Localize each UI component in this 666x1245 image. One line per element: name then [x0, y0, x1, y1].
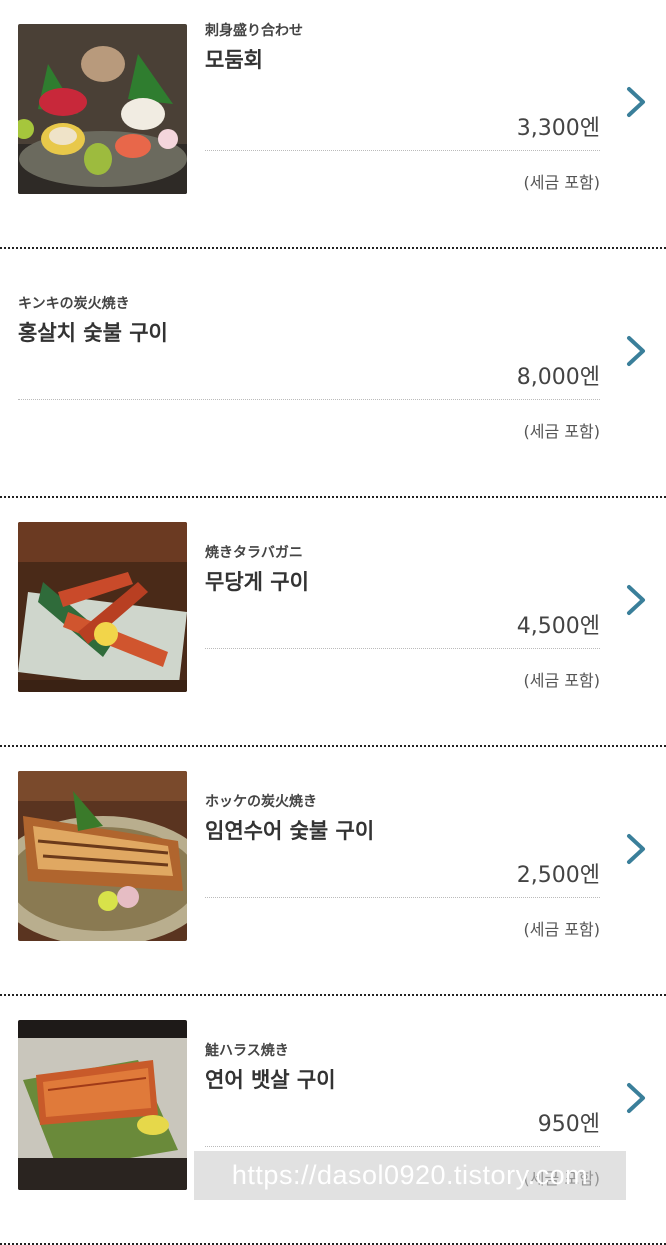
chevron-right-icon[interactable] [620, 829, 652, 869]
menu-item[interactable]: ホッケの炭火焼き 임연수어 숯불 구이 2,500엔 (세금 포함) [0, 747, 666, 996]
chevron-right-icon[interactable] [620, 331, 652, 371]
menu-item-japanese-name: 焼きタラバガニ [205, 545, 303, 561]
menu-item-image [18, 1020, 187, 1190]
chevron-right-icon[interactable] [620, 82, 652, 122]
menu-item-japanese-name: 刺身盛り合わせ [205, 23, 303, 39]
tax-included-note: (세금 포함) [523, 1169, 600, 1188]
tax-included-note: (세금 포함) [523, 920, 600, 939]
menu-item-korean-name: 연어 뱃살 구이 [205, 1068, 336, 1092]
chevron-right-icon[interactable] [620, 1078, 652, 1118]
menu-item[interactable]: 刺身盛り合わせ 모둠회 3,300엔 (세금 포함) [0, 0, 666, 249]
menu-item-price: 950엔 [537, 1112, 600, 1137]
menu-item[interactable]: 焼きタラバガニ 무당게 구이 4,500엔 (세금 포함) [0, 498, 666, 747]
menu-item-price: 4,500엔 [516, 614, 600, 639]
menu-item-korean-name: 무당게 구이 [205, 570, 309, 594]
price-divider [205, 150, 600, 151]
tax-included-note: (세금 포함) [523, 173, 600, 192]
menu-item-price: 2,500엔 [516, 863, 600, 888]
menu-item-image [18, 522, 187, 692]
menu-item-japanese-name: ホッケの炭火焼き [205, 794, 317, 810]
menu-item-price: 8,000엔 [516, 365, 600, 390]
menu-item-japanese-name: キンキの炭火焼き [18, 296, 130, 312]
chevron-right-icon[interactable] [620, 580, 652, 620]
menu-item-japanese-name: 鮭ハラス焼き [205, 1043, 289, 1059]
menu-item-price: 3,300엔 [516, 116, 600, 141]
menu-item[interactable]: 鮭ハラス焼き 연어 뱃살 구이 950엔 (세금 포함) [0, 996, 666, 1245]
menu-item-korean-name: 모둠회 [205, 48, 263, 72]
price-divider [205, 897, 600, 898]
price-divider [18, 399, 600, 400]
tax-included-note: (세금 포함) [523, 671, 600, 690]
tax-included-note: (세금 포함) [523, 422, 600, 441]
menu-item-image [18, 24, 187, 194]
menu-item-korean-name: 홍살치 숯불 구이 [18, 321, 168, 345]
price-divider [205, 648, 600, 649]
menu-item-korean-name: 임연수어 숯불 구이 [205, 819, 375, 843]
menu-item-image [18, 771, 187, 941]
menu-item[interactable]: キンキの炭火焼き 홍살치 숯불 구이 8,000엔 (세금 포함) [0, 249, 666, 498]
price-divider [205, 1146, 600, 1147]
